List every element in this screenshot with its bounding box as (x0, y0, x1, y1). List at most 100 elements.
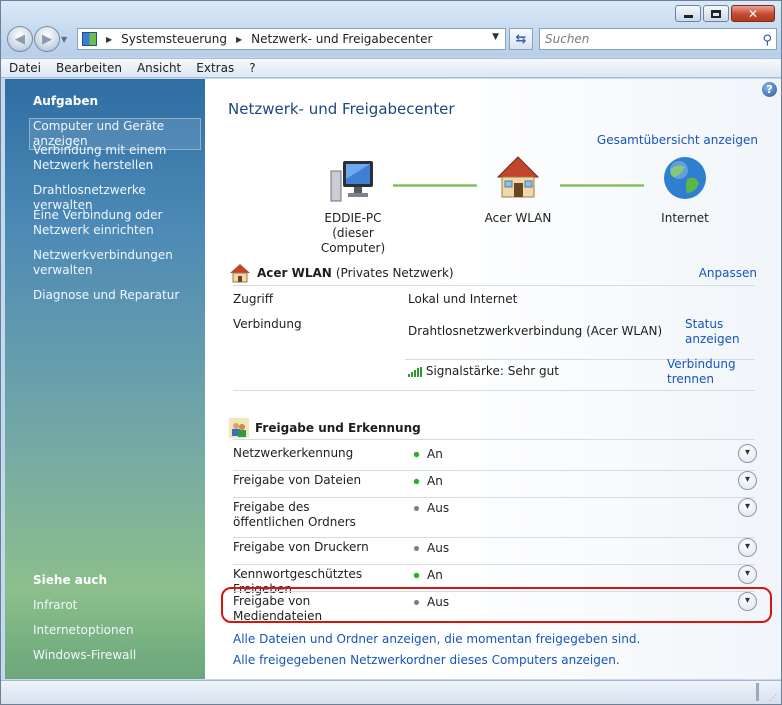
forward-button[interactable]: ▶ (34, 26, 60, 52)
minimize-icon (683, 15, 693, 18)
status-divider (756, 683, 759, 701)
sharing-state-text: An (427, 474, 443, 488)
minimize-button[interactable] (675, 5, 701, 22)
menu-ansicht[interactable]: Ansicht (137, 61, 181, 75)
divider (233, 564, 755, 565)
sharing-state: An (414, 447, 443, 462)
sharing-label: Freigabe von Dateien (233, 473, 362, 487)
connection-label: Verbindung (233, 317, 302, 331)
back-arrow-icon: ◀ (15, 31, 25, 47)
sharing-label: Freigabe des öffentlichen Ordners (233, 500, 356, 529)
sharing-heading: Freigabe und Erkennung (255, 421, 421, 435)
task-setup-connection[interactable]: Eine Verbindung oder Netzwerk einrichten (33, 208, 205, 238)
map-node-internet[interactable]: Internet (635, 155, 735, 226)
menu-help[interactable]: ? (249, 61, 255, 75)
map-node-pc[interactable]: EDDIE-PC (dieser Computer) (303, 159, 403, 256)
expand-chevron-icon[interactable]: ▾ (738, 444, 757, 463)
status-bar: ⋰ (1, 680, 781, 704)
status-on-icon (414, 452, 419, 457)
pc-name: EDDIE-PC (324, 211, 382, 225)
shared-folders-link[interactable]: Alle freigegebenen Netzwerkordner dieses… (233, 653, 620, 667)
shared-files-link[interactable]: Alle Dateien und Ordner anzeigen, die mo… (233, 632, 640, 646)
task-diagnose-repair[interactable]: Diagnose und Reparatur (33, 288, 205, 303)
window: ✕ ◀ ▶ ▼ ▶ Systemsteuerung ▶ Netzwerk- un… (0, 0, 782, 705)
divider (233, 470, 755, 471)
sharing-row-public-folder[interactable]: Freigabe des öffentlichen Ordners Aus ▾ (233, 498, 757, 540)
tasks-heading: Aufgaben (33, 94, 99, 108)
status-off-icon (414, 506, 419, 511)
sharing-label: Freigabe von Druckern (233, 540, 369, 554)
sharing-state-text: An (427, 568, 443, 582)
signal-bars-icon (408, 366, 422, 377)
connection-value: Drahtlosnetzwerkverbindung (Acer WLAN) (408, 324, 663, 338)
sharing-state: An (414, 568, 443, 583)
sharing-state-text: Aus (427, 541, 450, 555)
divider (233, 390, 755, 391)
divider (233, 537, 755, 538)
house-icon (494, 155, 542, 201)
expand-chevron-icon[interactable]: ▾ (738, 565, 757, 584)
network-name: Acer WLAN (257, 266, 332, 280)
see-also-internetoptionen[interactable]: Internetoptionen (33, 623, 205, 638)
forward-arrow-icon: ▶ (42, 31, 52, 47)
address-bar[interactable]: ▶ Systemsteuerung ▶ Netzwerk- und Freiga… (77, 28, 506, 50)
page-title: Netzwerk- und Freigabecenter (228, 100, 455, 118)
task-pane: Aufgaben Computer und Geräte anzeigen Ve… (5, 79, 205, 679)
help-icon[interactable]: ? (762, 82, 777, 97)
search-icon[interactable]: ⚲ (762, 31, 772, 51)
internet-label: Internet (661, 211, 709, 225)
menu-bar: Datei Bearbeiten Ansicht Extras ? (1, 58, 781, 78)
signal-text: Signalstärke: Sehr gut (425, 364, 559, 378)
sharing-row-files[interactable]: Freigabe von Dateien An ▾ (233, 471, 757, 499)
sharing-row-printers[interactable]: Freigabe von Druckern Aus ▾ (233, 538, 757, 566)
back-button[interactable]: ◀ (7, 26, 33, 52)
resize-grip-icon[interactable]: ⋰ (769, 693, 777, 702)
status-link[interactable]: Status anzeigen (685, 317, 755, 347)
computer-icon (329, 159, 377, 205)
control-panel-icon (82, 32, 97, 46)
divider (233, 439, 755, 440)
refresh-icon: ⇆ (515, 31, 527, 47)
maximize-icon (711, 9, 721, 18)
title-bar: ✕ ◀ ▶ ▼ ▶ Systemsteuerung ▶ Netzwerk- un… (1, 1, 781, 57)
refresh-button[interactable]: ⇆ (509, 28, 533, 50)
access-label: Zugriff (233, 292, 273, 306)
see-also-firewall[interactable]: Windows-Firewall (33, 648, 205, 663)
close-button[interactable]: ✕ (731, 5, 775, 22)
expand-chevron-icon[interactable]: ▾ (738, 471, 757, 490)
task-connect-network[interactable]: Verbindung mit einem Netzwerk herstellen (33, 143, 205, 173)
task-manage-connections[interactable]: Netzwerkverbindungen verwalten (33, 248, 205, 278)
see-also-infrarot[interactable]: Infrarot (33, 598, 205, 613)
maximize-button[interactable] (703, 5, 729, 22)
close-icon: ✕ (747, 6, 759, 21)
map-node-network[interactable]: Acer WLAN (468, 155, 568, 226)
expand-chevron-icon[interactable]: ▾ (738, 498, 757, 517)
search-input[interactable]: Suchen ⚲ (539, 28, 777, 50)
menu-datei[interactable]: Datei (9, 61, 41, 75)
sharing-state: An (414, 474, 443, 489)
sharing-row-network-discovery[interactable]: Netzwerkerkennung An ▾ (233, 444, 757, 472)
sharing-state: Aus (414, 501, 449, 516)
customize-link[interactable]: Anpassen (699, 266, 757, 280)
connection-line (393, 184, 477, 187)
expand-chevron-icon[interactable]: ▾ (738, 538, 757, 557)
search-placeholder: Suchen (545, 32, 590, 46)
menu-extras[interactable]: Extras (196, 61, 234, 75)
network-name-label: Acer WLAN (484, 211, 552, 225)
status-on-icon (414, 573, 419, 578)
menu-bearbeiten[interactable]: Bearbeiten (56, 61, 122, 75)
disconnect-link[interactable]: Verbindung trennen (667, 357, 747, 387)
breadcrumb-separator-icon[interactable]: ▶ (106, 35, 112, 44)
pc-subtitle: (dieser Computer) (320, 226, 386, 255)
history-dropdown-icon[interactable]: ▼ (61, 35, 67, 44)
overview-link[interactable]: Gesamtübersicht anzeigen (597, 133, 758, 147)
breadcrumb-separator-icon[interactable]: ▶ (236, 35, 242, 44)
breadcrumb-systemsteuerung[interactable]: Systemsteuerung (121, 32, 227, 46)
sharing-section-header: Freigabe und Erkennung (229, 415, 757, 441)
network-section-header: Acer WLAN (Privates Netzwerk) Anpassen (229, 260, 757, 286)
sharing-state-text: An (427, 447, 443, 461)
house-icon (230, 264, 250, 283)
network-type: (Privates Netzwerk) (335, 266, 454, 280)
breadcrumb-current[interactable]: Netzwerk- und Freigabecenter (251, 32, 432, 46)
address-dropdown-icon[interactable]: ▼ (492, 32, 499, 42)
